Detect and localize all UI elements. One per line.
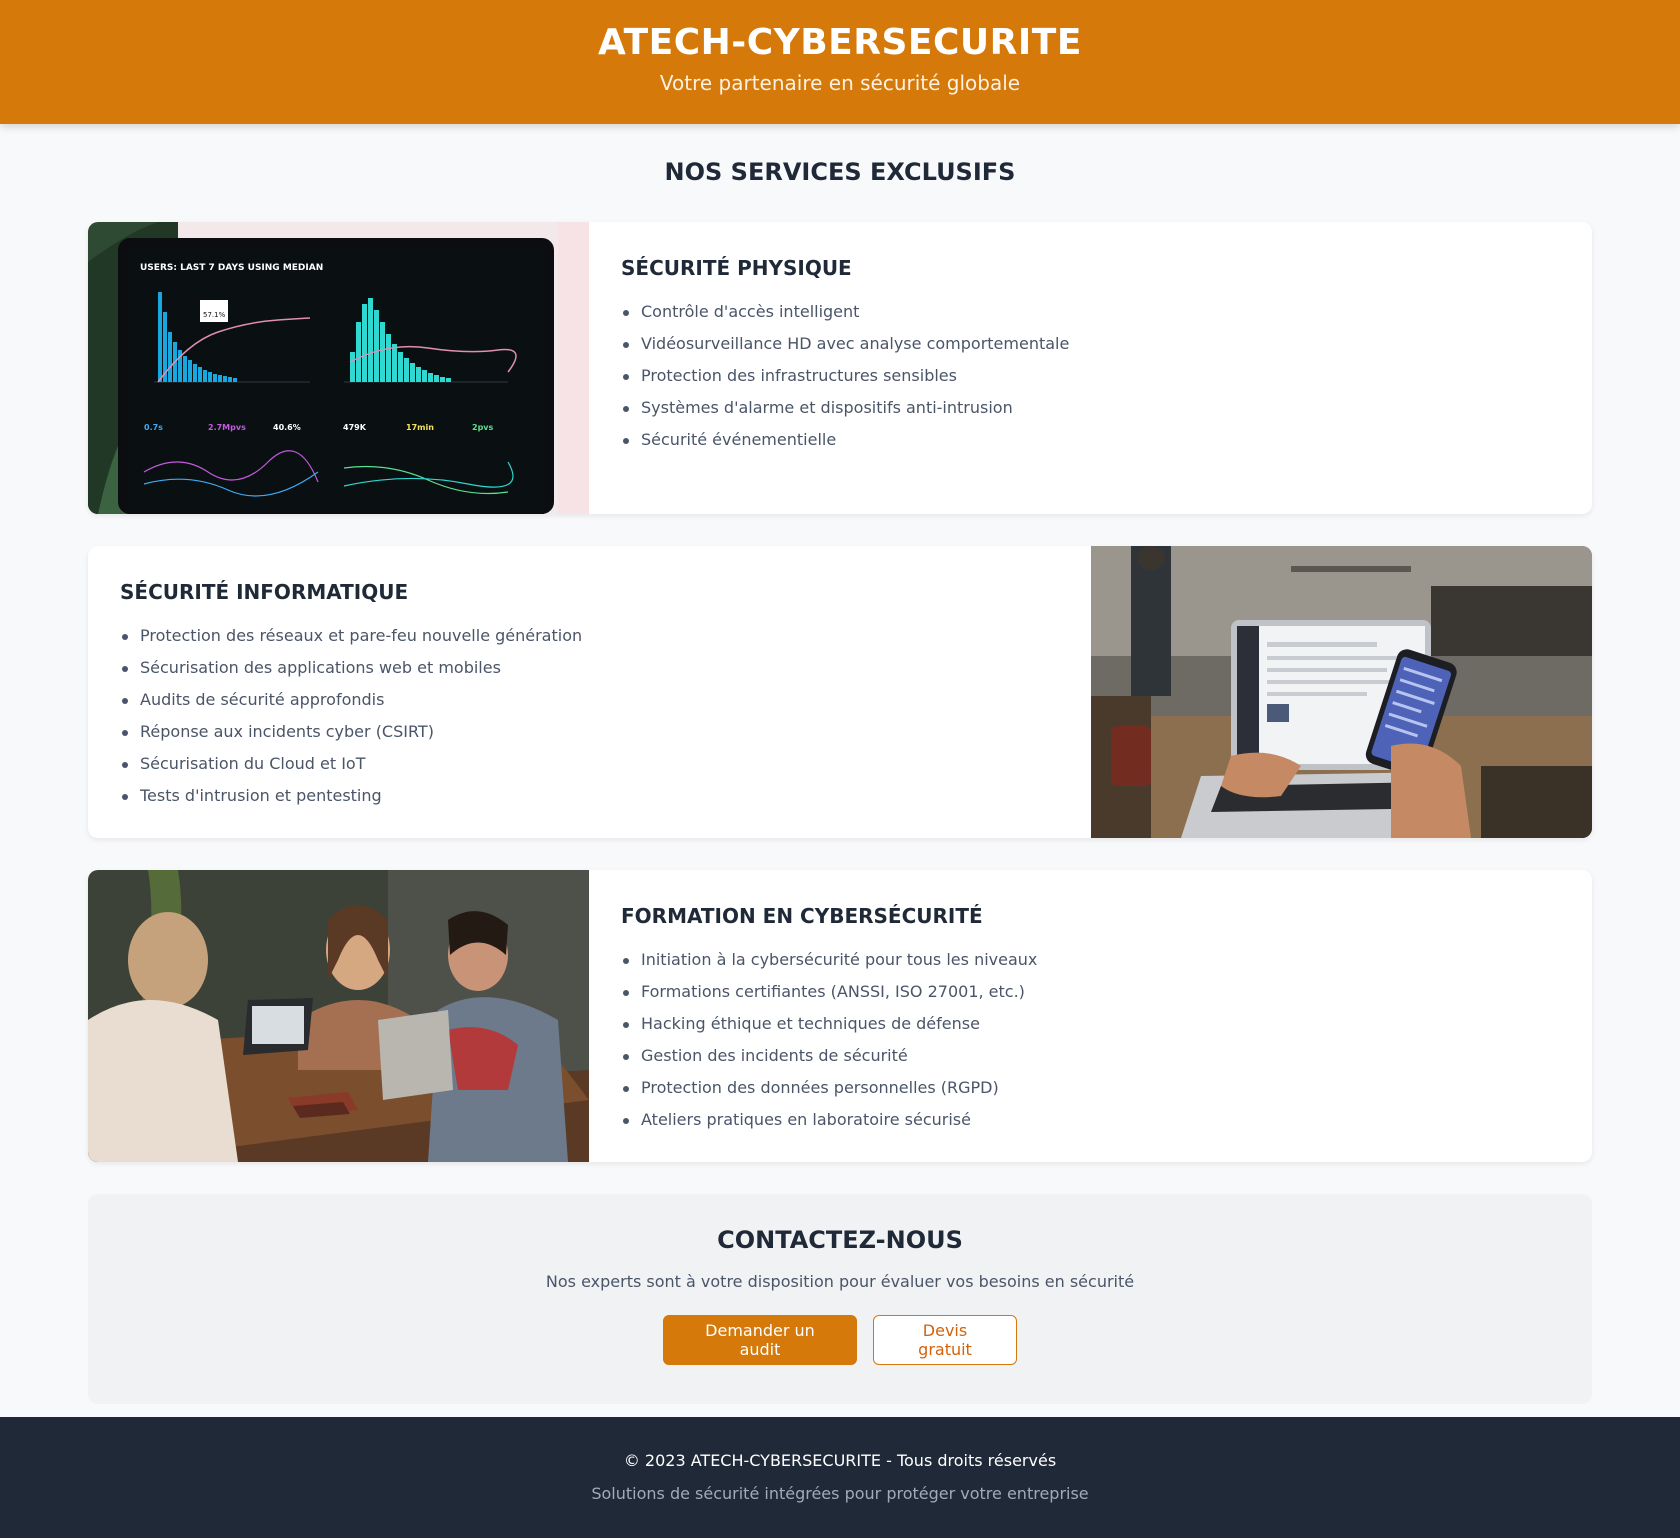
metric-sessions: 479K — [343, 423, 367, 432]
service-feature: Sécurisation du Cloud et IoT — [120, 748, 1059, 780]
service-feature: Réponse aux incidents cyber (CSIRT) — [120, 716, 1059, 748]
metric-pps: 2pvs — [472, 423, 494, 432]
footer-copyright: © 2023 ATECH-CYBERSECURITE - Tous droits… — [623, 1451, 1057, 1470]
service-feature: Sécurité événementielle — [621, 424, 1560, 456]
service-feature: Contrôle d'accès intelligent — [621, 296, 1560, 328]
free-quote-button[interactable]: Devis gratuit — [873, 1315, 1017, 1365]
metric-session-length: 17min — [406, 423, 434, 432]
service-feature-list: Initiation à la cybersécurité pour tous … — [621, 944, 1560, 1136]
dashboard-tooltip: 57.1% — [203, 311, 226, 319]
service-feature: Tests d'intrusion et pentesting — [120, 780, 1059, 812]
site-subtitle: Votre partenaire en sécurité globale — [659, 71, 1021, 95]
laptop-phone-illustration — [1091, 546, 1592, 838]
dashboard-heading: USERS: LAST 7 DAYS USING MEDIAN — [140, 263, 323, 273]
service-content: FORMATION EN CYBERSÉCURITÉ Initiation à … — [589, 870, 1592, 1162]
contact-title: CONTACTEZ-NOUS — [717, 1226, 963, 1254]
service-feature: Gestion des incidents de sécurité — [621, 1040, 1560, 1072]
service-feature: Ateliers pratiques en laboratoire sécuri… — [621, 1104, 1560, 1136]
service-feature: Systèmes d'alarme et dispositifs anti-in… — [621, 392, 1560, 424]
service-title: FORMATION EN CYBERSÉCURITÉ — [621, 904, 983, 928]
service-feature-list: Protection des réseaux et pare-feu nouve… — [120, 620, 1059, 812]
service-title: SÉCURITÉ PHYSIQUE — [621, 256, 852, 280]
service-feature-list: Contrôle d'accès intelligent Vidéosurvei… — [621, 296, 1560, 456]
site-header: ATECH-CYBERSECURITE Votre partenaire en … — [0, 0, 1680, 124]
service-feature: Protection des infrastructures sensibles — [621, 360, 1560, 392]
service-feature: Audits de sécurité approfondis — [120, 684, 1059, 716]
metric-pageviews: 2.7Mpvs — [208, 423, 246, 432]
contact-actions: Demander un audit Devis gratuit — [88, 1315, 1592, 1365]
footer-tagline: Solutions de sécurité intégrées pour pro… — [591, 1484, 1089, 1503]
request-audit-button[interactable]: Demander un audit — [663, 1315, 857, 1365]
service-card-formation: FORMATION EN CYBERSÉCURITÉ Initiation à … — [88, 870, 1592, 1162]
service-feature: Hacking éthique et techniques de défense — [621, 1008, 1560, 1040]
metric-bounce: 40.6% — [273, 423, 301, 432]
contact-section: CONTACTEZ-NOUS Nos experts sont à votre … — [88, 1194, 1592, 1404]
service-feature: Sécurisation des applications web et mob… — [120, 652, 1059, 684]
service-content: SÉCURITÉ PHYSIQUE Contrôle d'accès intel… — [589, 222, 1592, 514]
services-title: NOS SERVICES EXCLUSIFS — [664, 158, 1016, 186]
laptop-dashboard-illustration: USERS: LAST 7 DAYS USING MEDIAN 57.1% 0.… — [88, 222, 589, 514]
service-image-analytics: USERS: LAST 7 DAYS USING MEDIAN 57.1% 0.… — [88, 222, 589, 514]
service-card-informatique: SÉCURITÉ INFORMATIQUE Protection des rés… — [88, 546, 1592, 838]
services-list: USERS: LAST 7 DAYS USING MEDIAN 57.1% 0.… — [88, 222, 1592, 1162]
metric-load: 0.7s — [144, 423, 163, 432]
service-title: SÉCURITÉ INFORMATIQUE — [120, 580, 409, 604]
site-title: ATECH-CYBERSECURITE — [598, 22, 1082, 63]
service-image-team — [88, 870, 589, 1162]
service-card-physique: USERS: LAST 7 DAYS USING MEDIAN 57.1% 0.… — [88, 222, 1592, 514]
site-footer: © 2023 ATECH-CYBERSECURITE - Tous droits… — [0, 1417, 1680, 1538]
contact-text: Nos experts sont à votre disposition pou… — [545, 1272, 1135, 1291]
team-laptops-illustration — [88, 870, 589, 1162]
service-content: SÉCURITÉ INFORMATIQUE Protection des rés… — [88, 546, 1091, 838]
service-feature: Formations certifiantes (ANSSI, ISO 2700… — [621, 976, 1560, 1008]
service-feature: Protection des données personnelles (RGP… — [621, 1072, 1560, 1104]
service-feature: Initiation à la cybersécurité pour tous … — [621, 944, 1560, 976]
service-feature: Vidéosurveillance HD avec analyse compor… — [621, 328, 1560, 360]
service-feature: Protection des réseaux et pare-feu nouve… — [120, 620, 1059, 652]
service-image-laptop-phone — [1091, 546, 1592, 838]
